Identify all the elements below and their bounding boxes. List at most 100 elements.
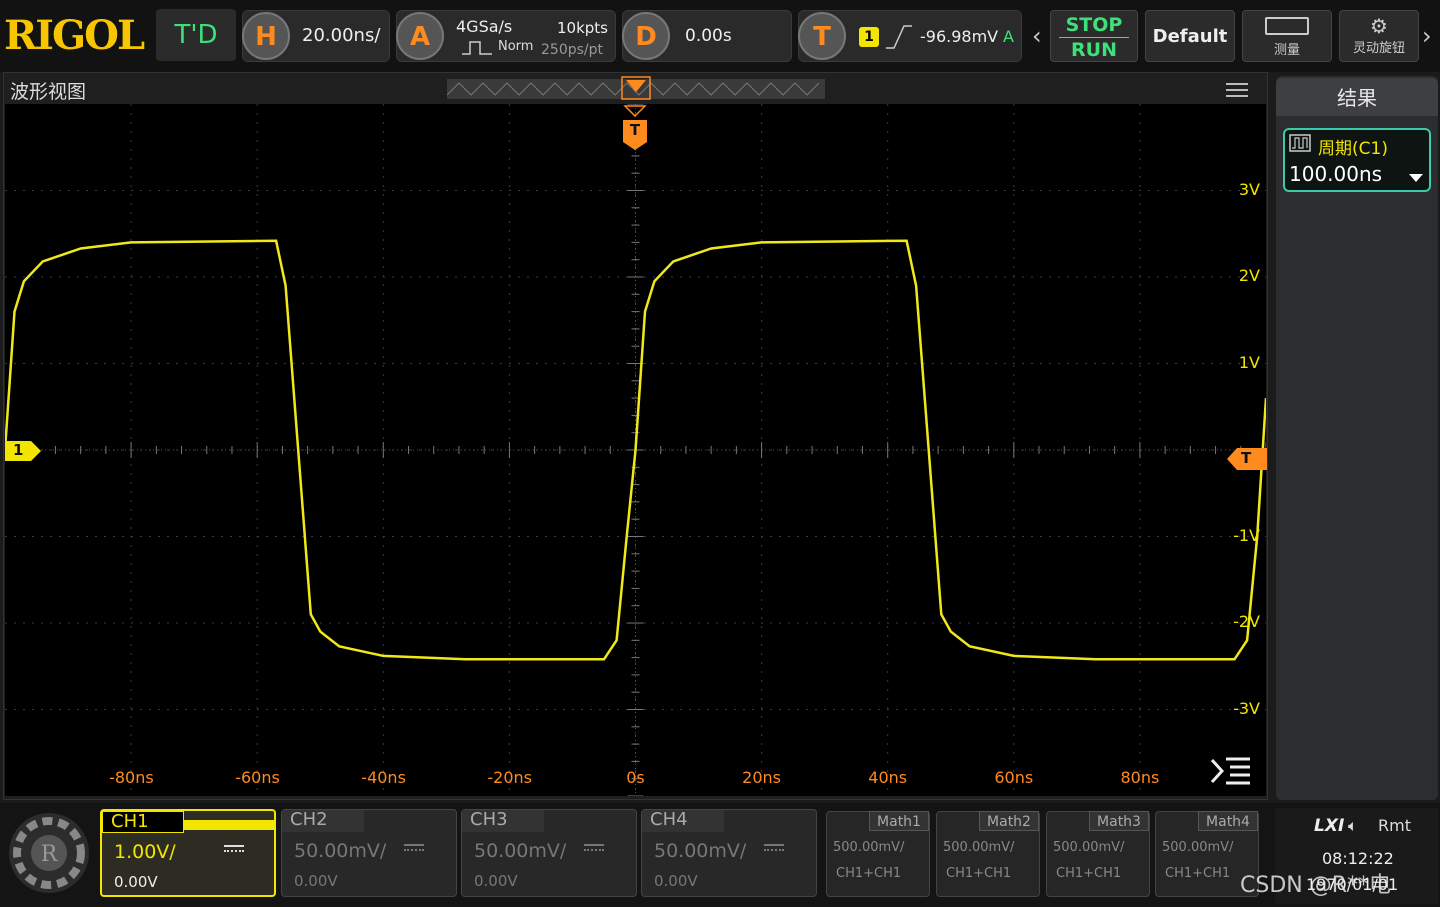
acquire-a-icon: A <box>396 12 444 60</box>
active-channel-indicator <box>184 820 274 830</box>
x-axis-label: 80ns <box>1120 768 1160 787</box>
trigger-level: -96.98mV <box>920 27 999 46</box>
math-box-1[interactable]: Math1 500.00mV/CH1+CH1 <box>826 811 930 897</box>
ch1-offset-marker-icon[interactable]: 1 <box>5 440 43 462</box>
measure-button[interactable]: 测量 <box>1242 10 1332 62</box>
ch1-offset-marker-label: 1 <box>13 441 24 459</box>
run-stop-button[interactable]: STOP RUN <box>1050 10 1138 62</box>
delay-d-icon: D <box>622 12 670 60</box>
channel-offset: 0.00V <box>474 872 518 890</box>
dc-coupling-icon <box>224 845 244 855</box>
channel-scale: 1.00V/ <box>114 841 176 863</box>
clock-time: 08:12:22 <box>1322 849 1394 868</box>
math-source: CH1+CH1 <box>836 866 902 881</box>
stop-label: STOP <box>1065 14 1123 36</box>
x-axis-label: 20ns <box>742 768 782 787</box>
channel-box-4[interactable]: CH4 50.00mV/0.00V <box>641 809 817 897</box>
y-axis-label: -1V <box>1233 525 1260 545</box>
channel-box-3[interactable]: CH3 50.00mV/0.00V <box>461 809 637 897</box>
x-axis-label: 40ns <box>868 768 908 787</box>
period-measurement-card[interactable]: 周期(C1) 100.00ns <box>1283 128 1431 192</box>
math-box-2[interactable]: Math2 500.00mV/CH1+CH1 <box>936 811 1040 897</box>
acquire-mode-icon <box>462 40 492 56</box>
rising-edge-icon <box>884 22 914 52</box>
trigger-t-icon: T <box>798 12 846 60</box>
math-scale: 500.00mV/ <box>833 840 905 855</box>
channel-name: CH3 <box>462 810 544 832</box>
remote-label: Rmt <box>1378 816 1411 835</box>
x-axis-label: -20ns <box>487 768 532 787</box>
math-name: Math2 <box>979 811 1039 831</box>
list-expand-icon[interactable] <box>1210 756 1252 786</box>
delay-value: 0.00s <box>685 26 732 46</box>
channel-scale: 50.00mV/ <box>294 840 387 862</box>
math-scale: 500.00mV/ <box>943 840 1015 855</box>
measurement-type-icon <box>1289 134 1311 152</box>
channel-offset: 0.00V <box>294 872 338 890</box>
sample-rate: 4GSa/s <box>456 17 513 36</box>
math-scale: 500.00mV/ <box>1053 840 1125 855</box>
knob-gear-icon: ⚙ <box>1370 14 1388 38</box>
watermark: CSDN @R**电 <box>1240 873 1392 898</box>
channel-name: CH1 <box>102 811 184 833</box>
math-box-3[interactable]: Math3 500.00mV/CH1+CH1 <box>1046 811 1150 897</box>
knob-button[interactable]: ⚙ 灵动旋钮 <box>1339 10 1419 62</box>
ruler-icon <box>1265 17 1309 35</box>
math-source: CH1+CH1 <box>1056 866 1122 881</box>
waveform-title: 波形视图 <box>10 81 87 103</box>
y-axis-label: -2V <box>1233 612 1260 631</box>
channel-name: CH4 <box>642 810 724 832</box>
chevron-right-icon[interactable]: › <box>1422 22 1432 50</box>
td-mode-badge[interactable]: T'D <box>156 9 236 61</box>
lxi-label: LXI <box>1314 816 1345 836</box>
trigger-level-marker-icon[interactable]: T <box>1227 447 1267 471</box>
measurement-label: 周期(C1) <box>1318 139 1388 159</box>
math-source: CH1+CH1 <box>946 866 1012 881</box>
horizontal-h-icon: H <box>242 12 290 60</box>
trigger-position-marker-icon[interactable]: T <box>622 104 648 152</box>
horizontal-scale-value: 20.00ns/ <box>302 25 381 46</box>
math-name: Math1 <box>869 811 929 831</box>
knob-label: 灵动旋钮 <box>1352 41 1405 56</box>
menu-icon[interactable] <box>1226 82 1248 98</box>
sample-resolution: 250ps/pt <box>541 42 603 58</box>
channel-offset: 0.00V <box>114 873 158 891</box>
channel-scale: 50.00mV/ <box>654 840 747 862</box>
channel-offset: 0.00V <box>654 872 698 890</box>
x-axis-label: 0s <box>626 768 645 787</box>
mute-speaker-icon[interactable]: 🔈︎ <box>1348 816 1358 836</box>
math-name: Math3 <box>1089 811 1149 831</box>
trigger-position-label: T <box>629 121 641 139</box>
trigger-source-badge: 1 <box>859 27 879 47</box>
channel-name: CH2 <box>282 810 364 832</box>
svg-text:R: R <box>41 842 59 867</box>
x-axis-label: -60ns <box>235 768 280 787</box>
trigger-sweep: A <box>1003 27 1014 46</box>
dc-coupling-icon <box>584 844 604 854</box>
math-name: Math4 <box>1198 811 1258 831</box>
y-axis-label: 2V <box>1238 266 1260 285</box>
default-button[interactable]: Default <box>1145 10 1235 62</box>
y-axis-label: -3V <box>1233 698 1260 718</box>
chevron-left-icon[interactable]: ‹ <box>1032 22 1042 50</box>
channel-box-1[interactable]: CH1 1.00V/0.00V <box>100 809 276 897</box>
math-source: CH1+CH1 <box>1165 866 1231 881</box>
chevron-down-icon[interactable] <box>1409 174 1423 182</box>
channel-scale: 50.00mV/ <box>474 840 567 862</box>
waveform-grid[interactable]: 3V 2V 1V -1V -2V -3V -80ns -60ns -40ns -20ns 0s 20… <box>5 104 1266 796</box>
run-label: RUN <box>1059 37 1129 62</box>
channel-box-2[interactable]: CH2 50.00mV/0.00V <box>281 809 457 897</box>
rigol-home-gear-icon[interactable]: R <box>4 808 94 898</box>
y-axis-label: 1V <box>1238 352 1260 372</box>
x-axis-label: 60ns <box>994 768 1034 787</box>
measurement-value: 100.00ns <box>1289 162 1383 186</box>
measure-label: 测量 <box>1273 43 1300 58</box>
acquire-mode: Norm <box>498 39 534 54</box>
x-axis-label: -80ns <box>109 768 154 787</box>
y-axis-label: 3V <box>1238 179 1260 199</box>
results-title: 结果 <box>1276 78 1438 116</box>
math-scale: 500.00mV/ <box>1162 840 1234 855</box>
overview-trigger-marker-icon <box>621 76 651 100</box>
memory-depth: 10kpts <box>557 19 608 37</box>
dc-coupling-icon <box>764 844 784 854</box>
